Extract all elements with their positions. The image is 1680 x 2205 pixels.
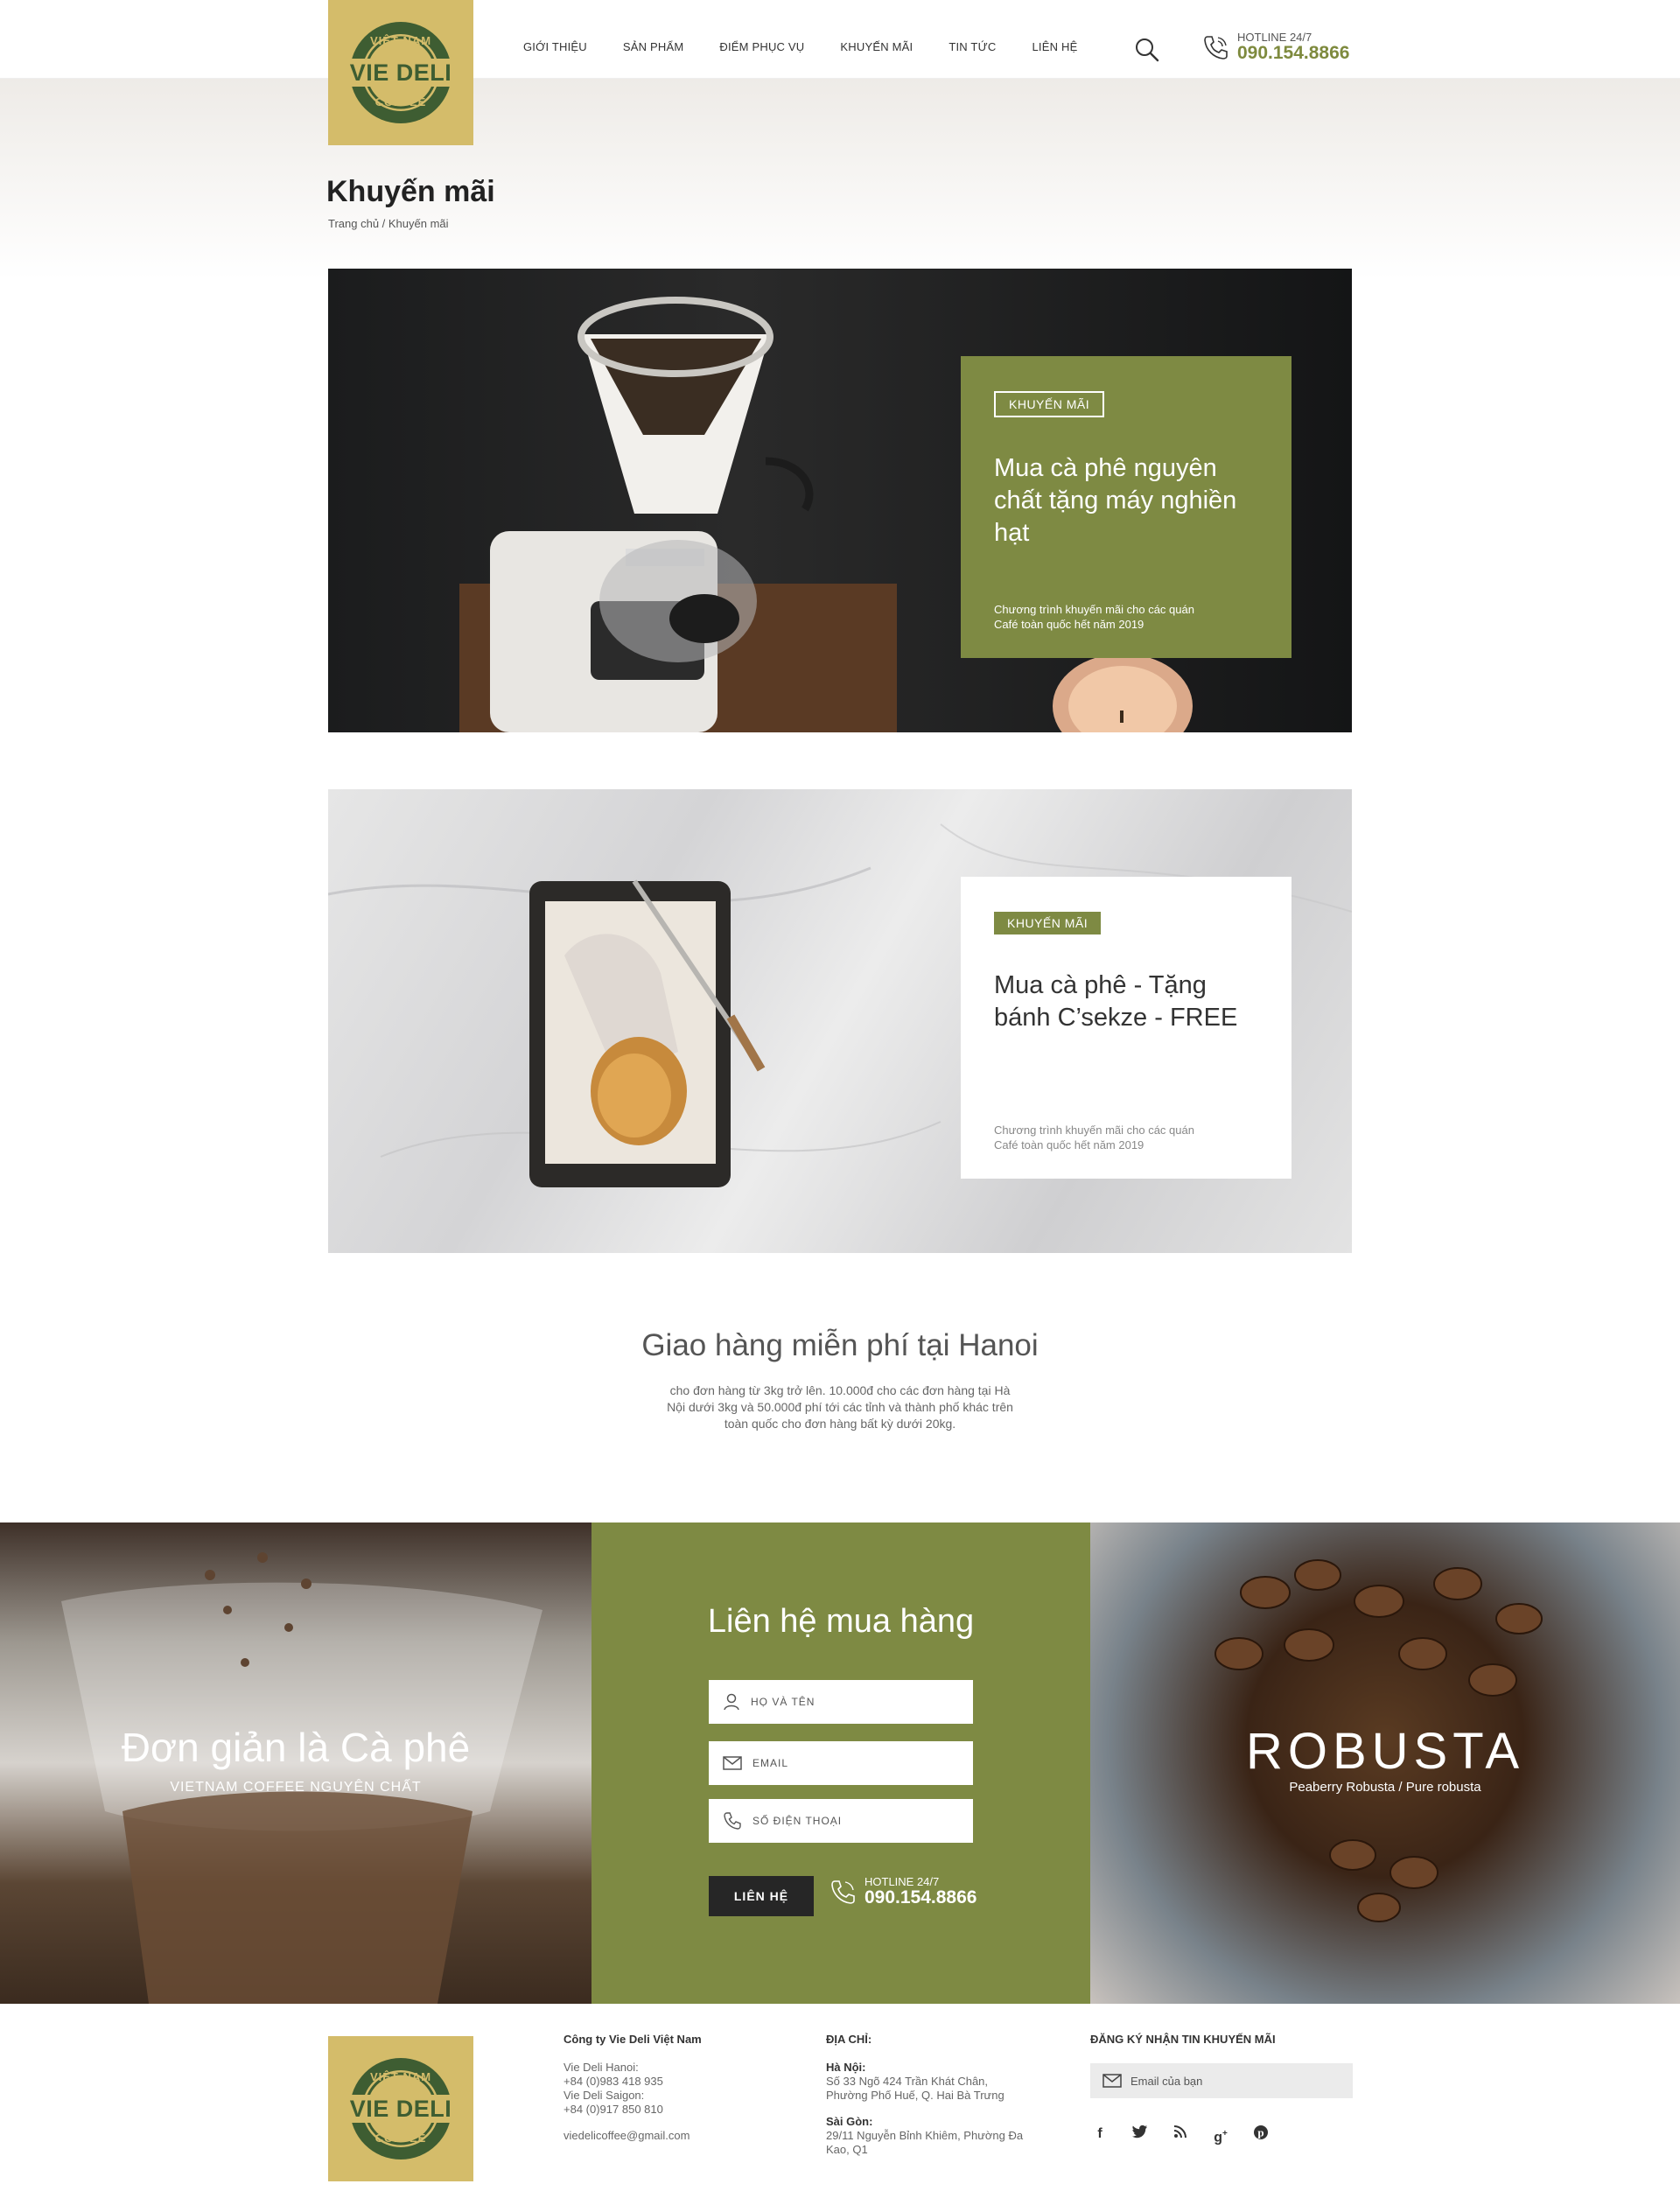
robusta-panel: ROBUSTA Peaberry Robusta / Pure robusta <box>1090 1522 1680 2004</box>
left-panel-title: Đơn giản là Cà phê <box>121 1725 471 1770</box>
twitter-icon[interactable] <box>1129 2124 1152 2144</box>
phone-field[interactable] <box>709 1799 973 1843</box>
header-hotline[interactable]: HOTLINE 24/7 090.154.8866 <box>1200 32 1349 63</box>
nav-item-products[interactable]: SẢN PHẨM <box>623 40 684 53</box>
nav-item-locations[interactable]: ĐIỂM PHỤC VỤ <box>719 40 804 53</box>
contact-hotline[interactable]: HOTLINE 24/7 090.154.8866 <box>828 1876 976 1908</box>
phone-input[interactable] <box>752 1815 954 1827</box>
user-icon <box>724 1693 739 1711</box>
hotline-label: HOTLINE 24/7 <box>1237 31 1312 44</box>
delivery-text: cho đơn hàng từ 3kg trở lên. 10.000đ cho… <box>667 1383 1013 1431</box>
promo-subtitle: Chương trình khuyến mãi cho các quán Caf… <box>994 603 1194 631</box>
header-background <box>0 79 1680 280</box>
right-panel-subtitle: Peaberry Robusta / Pure robusta <box>1289 1780 1481 1795</box>
saigon-phone[interactable]: +84 (0)917 850 810 <box>564 2103 756 2117</box>
nav-item-promotions[interactable]: KHUYẾN MÃI <box>840 40 913 53</box>
breadcrumb[interactable]: Trang chủ / Khuyến mãi <box>328 217 449 230</box>
mail-icon <box>723 1756 742 1770</box>
footer-address-column: ĐỊA CHỈ: Hà Nội: Số 33 Ngõ 424 Trần Khát… <box>826 2033 1027 2157</box>
mail-icon <box>1102 2074 1122 2088</box>
saigon-city-label: Sài Gòn: <box>826 2115 873 2128</box>
logo-seal: VIỆT NAM VIE DELI COFFEE <box>338 2054 464 2163</box>
logo-seal: VIỆT NAM VIE DELI COFFEE <box>338 18 464 127</box>
name-input[interactable] <box>751 1696 952 1708</box>
nav-item-about[interactable]: GIỚI THIỆU <box>523 40 587 53</box>
address-heading: ĐỊA CHỈ: <box>826 2033 872 2046</box>
phone-icon <box>1204 36 1228 60</box>
pinterest-icon[interactable]: p <box>1250 2124 1272 2144</box>
contact-section: Đơn giản là Cà phê VIETNAM COFFEE NGUYÊN… <box>0 1522 1680 2004</box>
logo-main-text: VIE DELI <box>338 2095 464 2123</box>
email-input[interactable] <box>752 1757 954 1769</box>
hanoi-phone[interactable]: +84 (0)983 418 935 <box>564 2075 756 2089</box>
left-panel-subtitle: VIETNAM COFFEE NGUYÊN CHẤT <box>170 1780 422 1795</box>
promo-tag: KHUYẾN MÃI <box>994 912 1102 934</box>
hotline-label: HOTLINE 24/7 <box>864 1875 940 1888</box>
newsletter-field[interactable] <box>1090 2063 1353 2098</box>
saigon-label: Vie Deli Saigon: <box>564 2089 645 2102</box>
promo-title[interactable]: Mua cà phê nguyên chất tặng máy nghiền h… <box>994 452 1258 550</box>
phone-icon <box>831 1880 855 1904</box>
logo-top-text: VIỆT NAM <box>369 34 432 47</box>
footer-email[interactable]: viedelicoffee@gmail.com <box>564 2129 756 2143</box>
phone-icon <box>724 1812 741 1830</box>
footer-newsletter-column: ĐĂNG KÝ NHẬN TIN KHUYẾN MÃI <box>1090 2033 1353 2061</box>
contact-submit-button[interactable]: LIÊN HỆ <box>709 1876 814 1916</box>
logo-main-text: VIE DELI <box>338 59 464 87</box>
page-title: Khuyến mãi <box>326 175 495 208</box>
google-plus-icon[interactable]: g+ <box>1209 2124 1232 2145</box>
promo-banner-2[interactable]: KHUYẾN MÃI Mua cà phê - Tặng bánh C’sekz… <box>328 789 1352 1253</box>
logo-top-text: VIỆT NAM <box>369 2070 432 2083</box>
hotline-number: 090.154.8866 <box>864 1887 977 1908</box>
right-panel-title: ROBUSTA <box>1245 1723 1525 1780</box>
footer-logo[interactable]: VIỆT NAM VIE DELI COFFEE <box>328 2036 473 2181</box>
site-header <box>0 0 1680 79</box>
promo-banner-1[interactable]: KHUYẾN MÃI Mua cà phê nguyên chất tặng m… <box>328 269 1352 732</box>
promo-title[interactable]: Mua cà phê - Tặng bánh C’sekze - FREE <box>994 970 1258 1034</box>
newsletter-input[interactable] <box>1130 2074 1340 2088</box>
coffee-grinder-panel: Đơn giản là Cà phê VIETNAM COFFEE NGUYÊN… <box>0 1522 592 2004</box>
promo-tag: KHUYẾN MÃI <box>994 391 1105 417</box>
nav-item-news[interactable]: TIN TỨC <box>948 40 996 53</box>
rss-icon[interactable] <box>1169 2124 1192 2144</box>
email-field[interactable] <box>709 1741 973 1785</box>
contact-title: Liên hệ mua hàng <box>707 1603 975 1640</box>
hotline-number: 090.154.8866 <box>1237 43 1350 63</box>
hanoi-address: Số 33 Ngõ 424 Trần Khát Chân, Phường Phố… <box>826 2075 1004 2102</box>
logo-bottom-text: COFFEE <box>374 95 427 108</box>
newsletter-heading: ĐĂNG KÝ NHẬN TIN KHUYẾN MÃI <box>1090 2033 1276 2046</box>
delivery-title: Giao hàng miễn phí tại Hanoi <box>641 1328 1039 1362</box>
logo-bottom-text: COFFEE <box>374 2132 427 2145</box>
promo-subtitle: Chương trình khuyến mãi cho các quán Caf… <box>994 1124 1194 1152</box>
footer-company-name: Công ty Vie Deli Việt Nam <box>564 2033 702 2046</box>
hanoi-label: Vie Deli Hanoi: <box>564 2061 639 2074</box>
footer-company-column: Công ty Vie Deli Việt Nam Vie Deli Hanoi… <box>564 2033 756 2143</box>
search-icon[interactable] <box>1134 37 1160 63</box>
saigon-address: 29/11 Nguyễn Bỉnh Khiêm, Phường Đa Kao, … <box>826 2129 1024 2156</box>
promo-card-1: KHUYẾN MÃI Mua cà phê nguyên chất tặng m… <box>961 356 1292 658</box>
svg-text:p: p <box>1257 2126 1264 2139</box>
site-logo[interactable]: VIỆT NAM VIE DELI COFFEE <box>328 0 473 145</box>
promo-card-2: KHUYẾN MÃI Mua cà phê - Tặng bánh C’sekz… <box>961 877 1292 1179</box>
name-field[interactable] <box>709 1680 973 1724</box>
social-links: f g+ p <box>1088 2124 1290 2145</box>
facebook-icon[interactable]: f <box>1088 2124 1111 2144</box>
nav-item-contact[interactable]: LIÊN HỆ <box>1032 40 1077 53</box>
main-nav: GIỚI THIỆU SẢN PHẨM ĐIỂM PHỤC VỤ KHUYẾN … <box>523 40 1113 53</box>
hanoi-city-label: Hà Nội: <box>826 2061 866 2074</box>
contact-form-panel: Liên hệ mua hàng LIÊN HỆ HOTLINE 24/7 09… <box>592 1522 1090 2004</box>
